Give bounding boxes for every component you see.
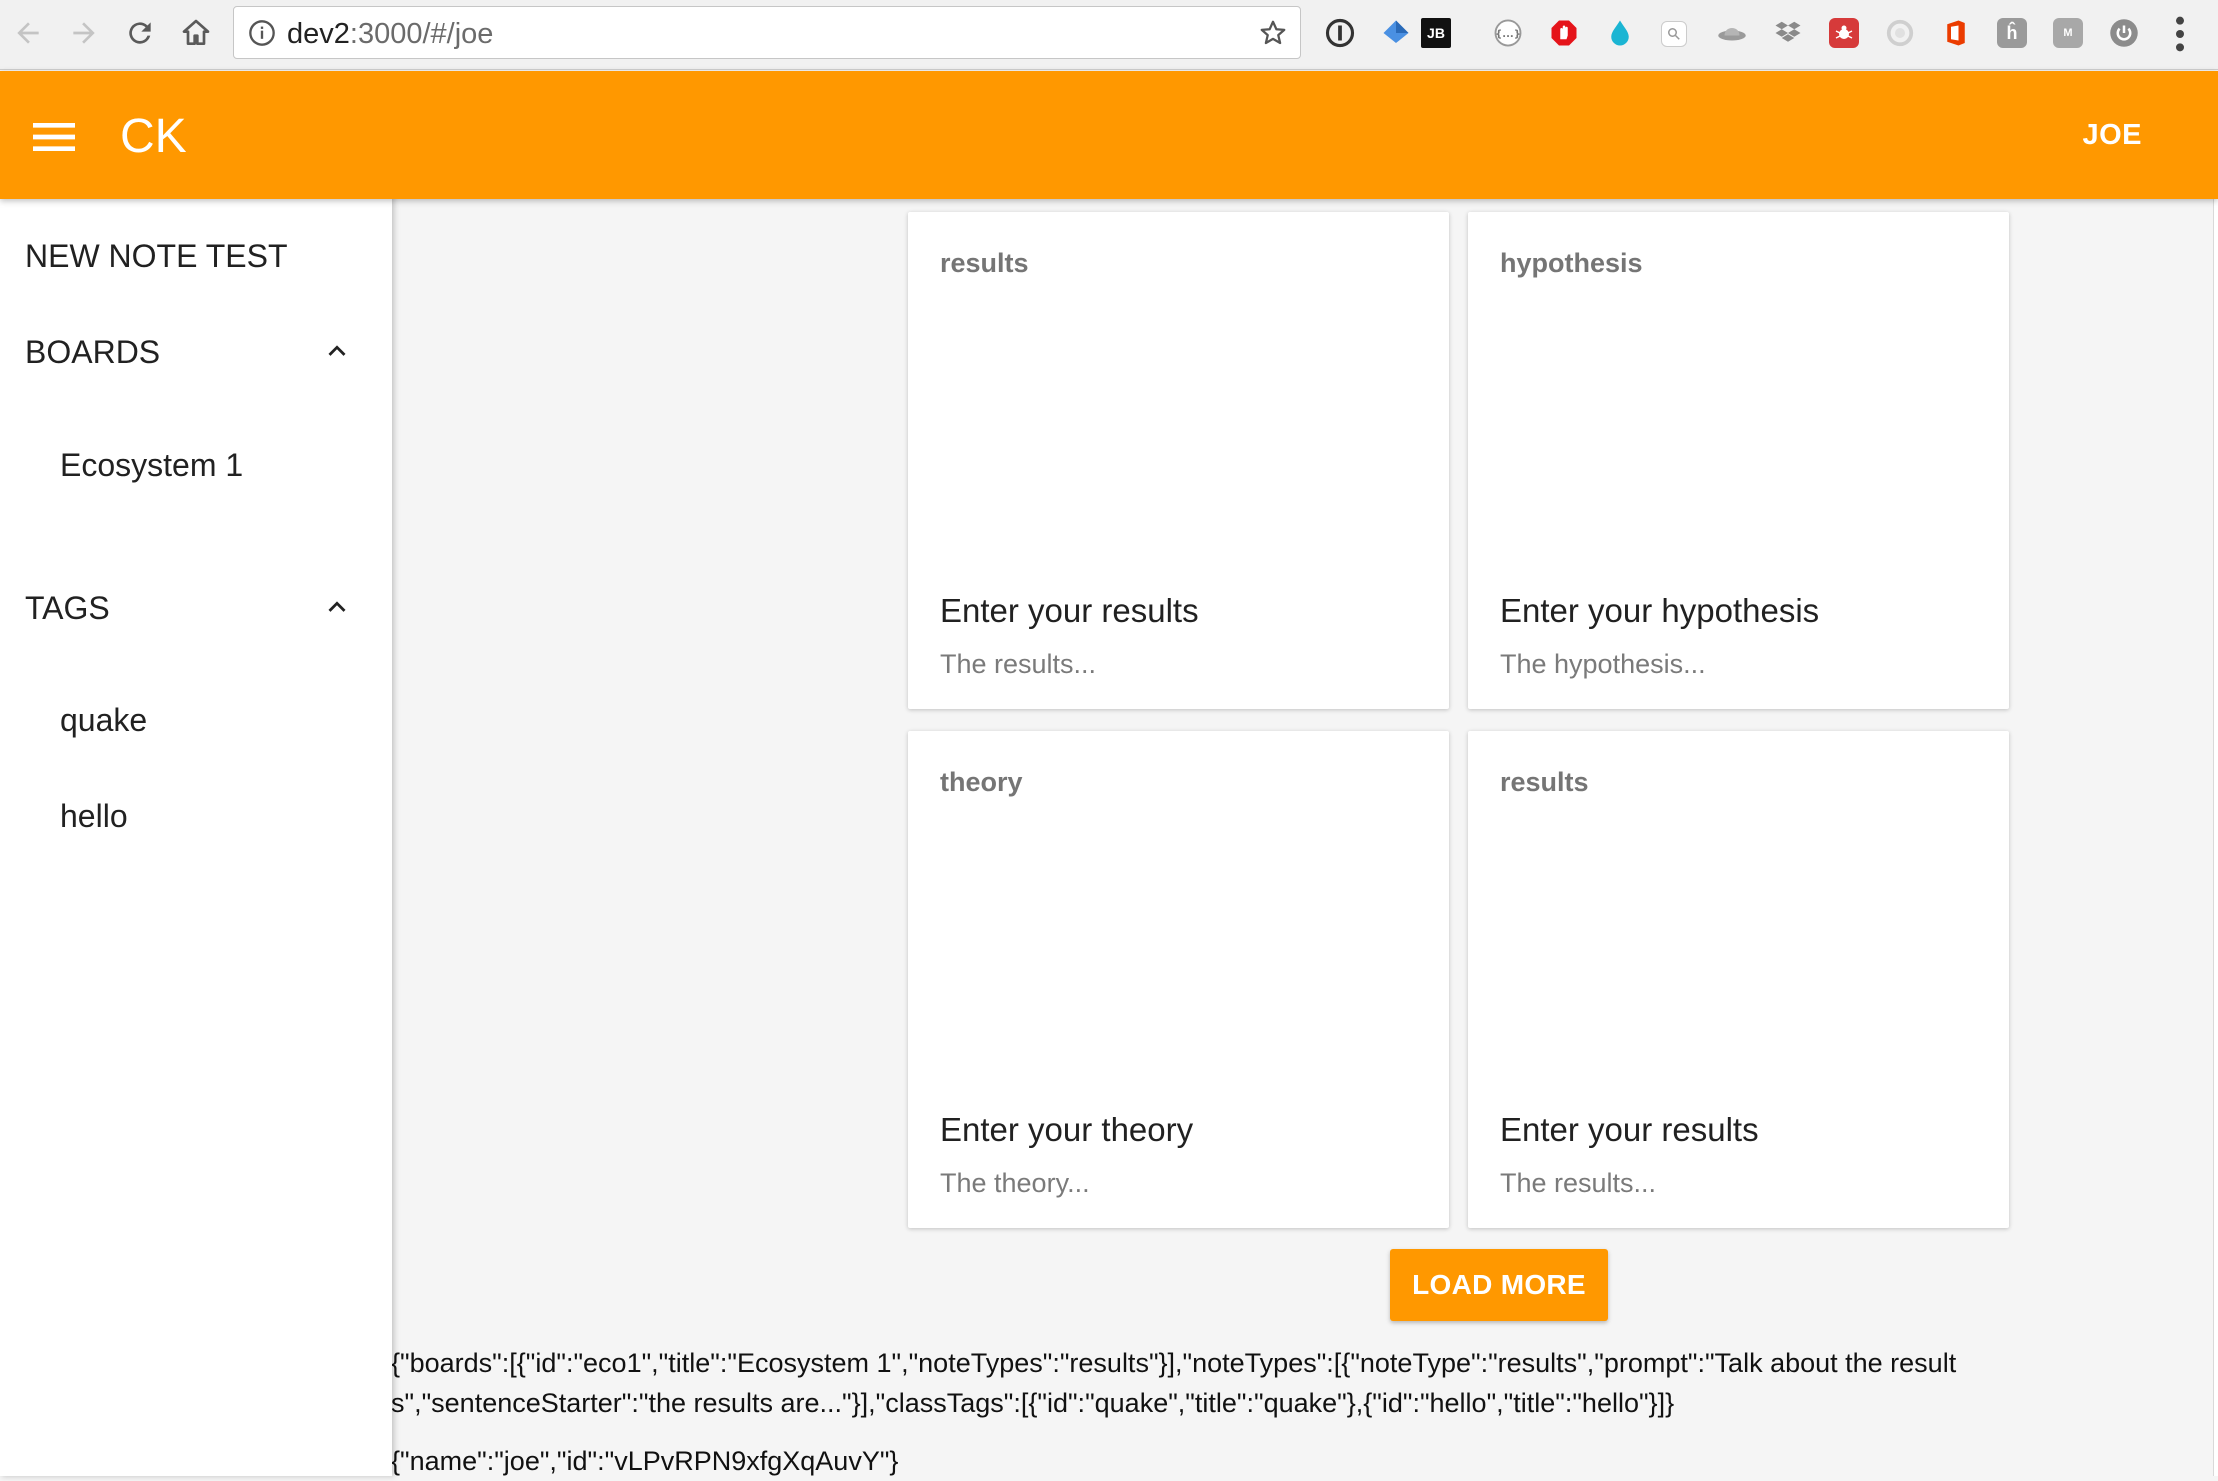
- card-title: Enter your results: [1500, 1111, 1759, 1148]
- browser-toolbar: dev2:3000/#/joe JB {...} ĥ M: [0, 0, 2218, 70]
- h-ext-label: ĥ: [2006, 22, 2018, 43]
- back-button[interactable]: [6, 11, 50, 55]
- home-icon: [182, 19, 210, 45]
- url-host: dev2: [287, 18, 350, 50]
- card-note-type: results: [1500, 767, 1589, 797]
- url-path: :3000/#/joe: [349, 18, 494, 50]
- dropbox-icon[interactable]: [1773, 18, 1803, 48]
- tag-item-hello[interactable]: hello: [60, 798, 128, 835]
- load-more-button[interactable]: LOAD MORE: [1390, 1249, 1608, 1321]
- chevron-up-icon[interactable]: [320, 334, 354, 368]
- scrollbar-track[interactable]: [2213, 199, 2218, 1476]
- office-icon[interactable]: [1941, 18, 1971, 48]
- note-card[interactable]: results Enter your results The results..…: [1468, 731, 2009, 1228]
- boards-header[interactable]: BOARDS: [25, 334, 160, 371]
- note-card[interactable]: theory Enter your theory The theory...: [908, 731, 1449, 1228]
- forward-button[interactable]: [62, 11, 106, 55]
- circle-ext-icon[interactable]: [1885, 18, 1915, 48]
- h-ext-icon[interactable]: ĥ: [1997, 18, 2027, 48]
- droplet-icon[interactable]: [1605, 18, 1635, 48]
- chevron-up-icon[interactable]: [320, 590, 354, 624]
- app-bar: CK JOE: [0, 71, 2218, 199]
- json-icon[interactable]: {...}: [1493, 18, 1523, 48]
- debug-user-text: {"name":"joe","id":"vLPvRPN9xfgXqAuvY"}: [391, 1446, 899, 1476]
- adblock-icon[interactable]: [1549, 18, 1579, 48]
- card-title: Enter your hypothesis: [1500, 592, 1820, 629]
- bug-icon[interactable]: [1829, 18, 1859, 48]
- m-ext-icon[interactable]: M: [2053, 18, 2083, 48]
- hat-icon[interactable]: [1717, 18, 1747, 48]
- user-button[interactable]: JOE: [2082, 119, 2142, 152]
- reload-button[interactable]: [118, 11, 162, 55]
- card-subtitle: The hypothesis...: [1500, 649, 1706, 679]
- power-icon[interactable]: [2109, 18, 2139, 48]
- jb-icon[interactable]: JB: [1421, 18, 1451, 48]
- search-ext-icon[interactable]: [1661, 21, 1687, 47]
- card-note-type: theory: [940, 767, 1023, 797]
- 1password-icon[interactable]: [1325, 18, 1355, 48]
- card-subtitle: The results...: [940, 649, 1097, 679]
- bookmark-star-icon[interactable]: [1258, 18, 1288, 48]
- bookmark-icon[interactable]: [1381, 18, 1411, 48]
- tags-header[interactable]: TAGS: [25, 590, 110, 627]
- note-card[interactable]: results Enter your results The results..…: [908, 212, 1449, 709]
- forward-arrow-icon: [73, 22, 95, 44]
- card-subtitle: The results...: [1500, 1168, 1657, 1198]
- browser-menu-icon[interactable]: [2168, 14, 2192, 54]
- jb-label: JB: [1427, 25, 1445, 41]
- url-text: dev2:3000/#/joe: [287, 19, 493, 49]
- home-button[interactable]: [174, 11, 218, 55]
- card-note-type: hypothesis: [1500, 248, 1643, 278]
- tag-item-quake[interactable]: quake: [60, 702, 147, 739]
- app-title: CK: [120, 110, 187, 163]
- nav-drawer: NEW NOTE TEST BOARDS Ecosystem 1 TAGS qu…: [0, 190, 392, 1476]
- address-bar[interactable]: dev2:3000/#/joe: [233, 6, 1301, 59]
- info-icon[interactable]: [248, 19, 276, 47]
- card-title: Enter your results: [940, 592, 1199, 629]
- note-card[interactable]: hypothesis Enter your hypothesis The hyp…: [1468, 212, 2009, 709]
- m-ext-label: M: [2063, 27, 2073, 39]
- hamburger-menu-icon[interactable]: [26, 109, 82, 165]
- svg-text:{...}: {...}: [1495, 29, 1521, 40]
- new-note-item[interactable]: NEW NOTE TEST: [25, 238, 288, 275]
- card-subtitle: The theory...: [940, 1168, 1090, 1198]
- reload-icon: [129, 22, 151, 44]
- card-title: Enter your theory: [940, 1111, 1194, 1148]
- board-item-ecosystem-1[interactable]: Ecosystem 1: [60, 447, 243, 484]
- debug-data-text: {"boards":[{"id":"eco1","title":"Ecosyst…: [391, 1348, 1957, 1418]
- back-arrow-icon: [17, 22, 39, 44]
- card-note-type: results: [940, 248, 1029, 278]
